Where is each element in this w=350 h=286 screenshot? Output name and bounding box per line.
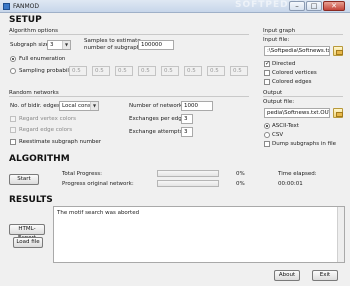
time-elapsed-label: Time elapsed: xyxy=(278,171,317,177)
probability-input[interactable]: 0.5 xyxy=(207,66,225,76)
full-enumeration-label: Full enumeration xyxy=(19,56,66,62)
time-elapsed-value: 00:00:01 xyxy=(278,181,303,187)
input-file-label: Input file: xyxy=(263,37,290,43)
input-graph-divider xyxy=(263,34,343,35)
total-progress-label: Total Progress: xyxy=(62,171,102,177)
app-icon xyxy=(3,3,10,10)
setup-heading: SETUP xyxy=(9,15,42,25)
colored-edges-checkbox[interactable] xyxy=(264,79,270,85)
exchanges-label: Exchanges per edge: xyxy=(129,116,187,122)
results-textarea[interactable]: The motif search was aborted xyxy=(53,206,345,263)
samples-label-line1: Samples to estimate xyxy=(84,38,141,44)
directed-checkbox[interactable] xyxy=(264,60,270,67)
chevron-down-icon: ▼ xyxy=(62,41,70,49)
colored-vertices-label: Colored vertices xyxy=(272,70,317,76)
probability-input[interactable]: 0.5 xyxy=(92,66,110,76)
minimize-button[interactable]: – xyxy=(289,1,305,11)
title-bar: FANMOD SOFTPEDIA – □ ✕ xyxy=(0,0,350,13)
random-networks-divider xyxy=(9,96,249,97)
output-file-label: Output file: xyxy=(263,99,295,105)
colored-vertices-checkbox[interactable] xyxy=(264,70,270,76)
load-file-button[interactable]: Load file xyxy=(13,237,43,248)
colored-edges-label: Colored edges xyxy=(272,79,312,85)
output-divider xyxy=(263,96,343,97)
dump-subgraphs-label: Dump subgraphs in file xyxy=(272,141,337,147)
probability-input[interactable]: 0.5 xyxy=(161,66,179,76)
chevron-down-icon: ▼ xyxy=(90,102,98,110)
probability-input[interactable]: 0.5 xyxy=(115,66,133,76)
probability-input[interactable]: 0.5 xyxy=(184,66,202,76)
ascii-text-label: ASCII-Text xyxy=(272,123,299,129)
regard-vertex-colors-checkbox[interactable] xyxy=(10,116,16,122)
subgraph-size-select[interactable]: 3 ▼ xyxy=(47,40,71,50)
directed-label: Directed xyxy=(272,61,296,67)
original-progress-label: Progress original network: xyxy=(62,181,134,187)
full-enumeration-radio[interactable] xyxy=(10,56,16,62)
csv-radio[interactable] xyxy=(264,132,270,138)
bidir-edges-label: No. of bidir. edges: xyxy=(10,103,62,109)
probability-input[interactable]: 0.5 xyxy=(69,66,87,76)
folder-open-icon[interactable] xyxy=(333,46,343,56)
results-heading: RESULTS xyxy=(9,195,53,205)
sampling-probabilities-radio[interactable] xyxy=(10,68,16,74)
subgraph-size-label: Subgraph size: xyxy=(10,42,51,48)
total-progress-value: 0% xyxy=(236,171,245,177)
probability-input[interactable]: 0.5 xyxy=(138,66,156,76)
window-title: FANMOD xyxy=(13,3,40,10)
attempts-input[interactable]: 3 xyxy=(181,127,193,137)
exchanges-input[interactable]: 3 xyxy=(181,114,193,124)
regard-edge-colors-label: Regard edge colors xyxy=(19,127,73,133)
algorithm-options-divider xyxy=(9,34,249,35)
maximize-button[interactable]: □ xyxy=(306,1,322,11)
csv-label: CSV xyxy=(272,132,284,138)
close-button[interactable]: ✕ xyxy=(323,1,345,11)
start-button[interactable]: Start xyxy=(9,174,39,185)
attempts-label: Exchange attempts: xyxy=(129,129,185,135)
dump-subgraphs-checkbox[interactable] xyxy=(264,141,270,147)
output-file-field[interactable]: pedia\Softnews.txt.OUT xyxy=(264,108,330,118)
samples-label-line2: number of subgraphs: xyxy=(84,45,145,51)
total-progress-bar xyxy=(157,170,219,177)
results-message: The motif search was aborted xyxy=(57,210,140,216)
reestimate-checkbox[interactable] xyxy=(10,139,16,145)
num-networks-input[interactable]: 1000 xyxy=(181,101,213,111)
algorithm-heading: ALGORITHM xyxy=(9,154,70,164)
results-scrollbar[interactable] xyxy=(337,207,344,262)
probability-input[interactable]: 0.5 xyxy=(230,66,248,76)
ascii-text-radio[interactable] xyxy=(264,123,270,129)
num-networks-label: Number of networks: xyxy=(129,103,187,109)
regard-vertex-colors-label: Regard vertex colors xyxy=(19,116,76,122)
subgraph-size-value: 3 xyxy=(50,42,54,48)
original-progress-value: 0% xyxy=(236,181,245,187)
reestimate-label: Reestimate subgraph number xyxy=(19,139,102,145)
samples-input[interactable]: 100000 xyxy=(138,40,174,50)
folder-open-icon[interactable] xyxy=(333,108,343,118)
exit-button[interactable]: Exit xyxy=(312,270,338,281)
bidir-edges-select[interactable]: Local const. ▼ xyxy=(59,101,99,111)
input-file-field[interactable]: :\Softpedia\Softnews.txt xyxy=(264,46,330,56)
about-button[interactable]: About xyxy=(274,270,300,281)
original-progress-bar xyxy=(157,180,219,187)
html-export-button[interactable]: HTML-Export xyxy=(9,224,45,241)
regard-edge-colors-checkbox[interactable] xyxy=(10,127,16,133)
